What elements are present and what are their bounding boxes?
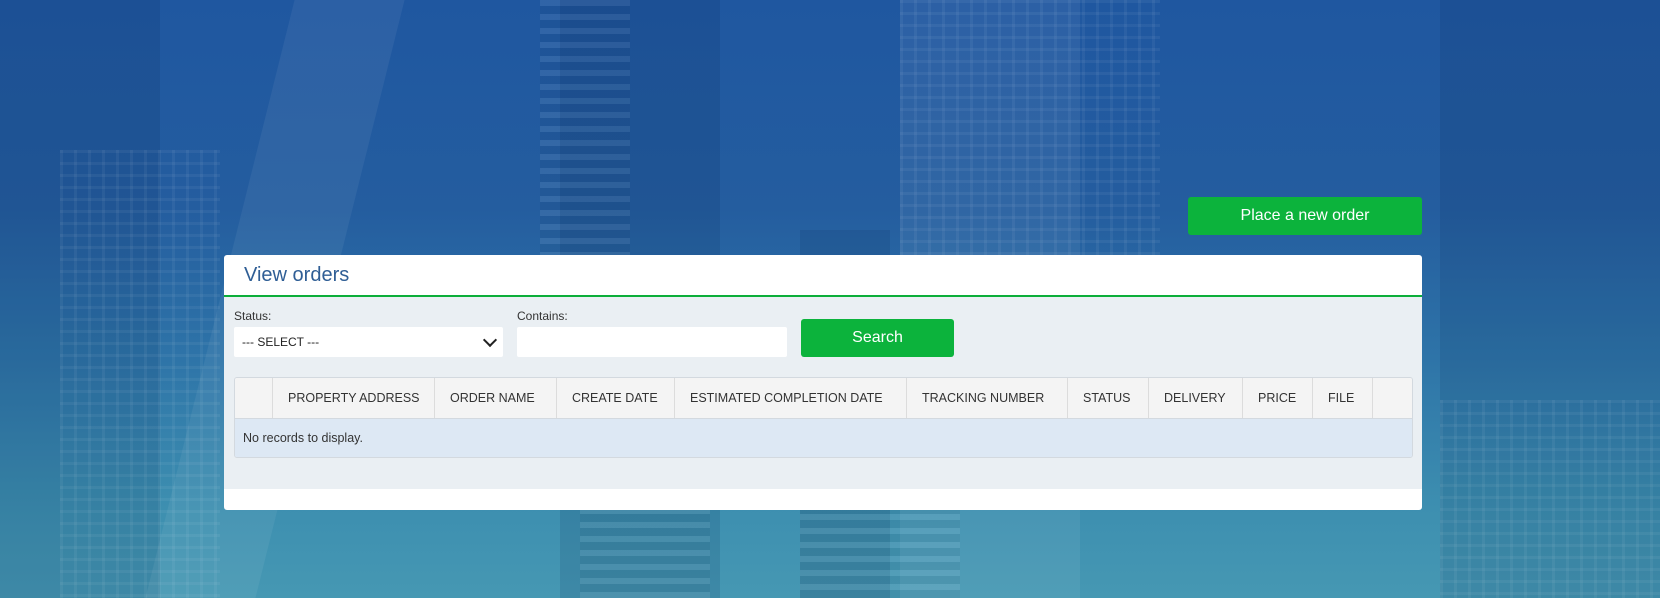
chevron-down-icon [482,332,498,348]
orders-grid: PROPERTY ADDRESS ORDER NAME CREATE DATE … [234,377,1413,458]
status-select-value: --- SELECT --- [242,335,320,349]
column-header-actions [1373,378,1410,418]
column-header-property-address[interactable]: PROPERTY ADDRESS [273,378,435,418]
column-header-order-name[interactable]: ORDER NAME [435,378,557,418]
panel-header: View orders [224,255,1422,297]
place-new-order-button[interactable]: Place a new order [1188,197,1422,235]
column-header-file[interactable]: FILE [1313,378,1373,418]
column-header-estimated-completion-date[interactable]: ESTIMATED COMPLETION DATE [675,378,907,418]
status-label: Status: [234,309,272,323]
contains-label: Contains: [517,309,568,323]
filters-and-grid: Status: --- SELECT --- Contains: Search … [224,297,1422,489]
search-button[interactable]: Search [801,319,954,357]
no-records-message: No records to display. [235,419,1412,457]
contains-input[interactable] [517,327,787,357]
column-header-tracking-number[interactable]: TRACKING NUMBER [907,378,1068,418]
column-header-create-date[interactable]: CREATE DATE [557,378,675,418]
panel-title: View orders [244,263,350,286]
column-header-status[interactable]: STATUS [1068,378,1149,418]
status-select[interactable]: --- SELECT --- [234,327,503,357]
column-header-select[interactable] [235,378,273,418]
grid-header-row: PROPERTY ADDRESS ORDER NAME CREATE DATE … [235,378,1412,419]
column-header-price[interactable]: PRICE [1243,378,1313,418]
view-orders-panel: View orders Status: --- SELECT --- Conta… [224,255,1422,510]
column-header-delivery[interactable]: DELIVERY [1149,378,1243,418]
